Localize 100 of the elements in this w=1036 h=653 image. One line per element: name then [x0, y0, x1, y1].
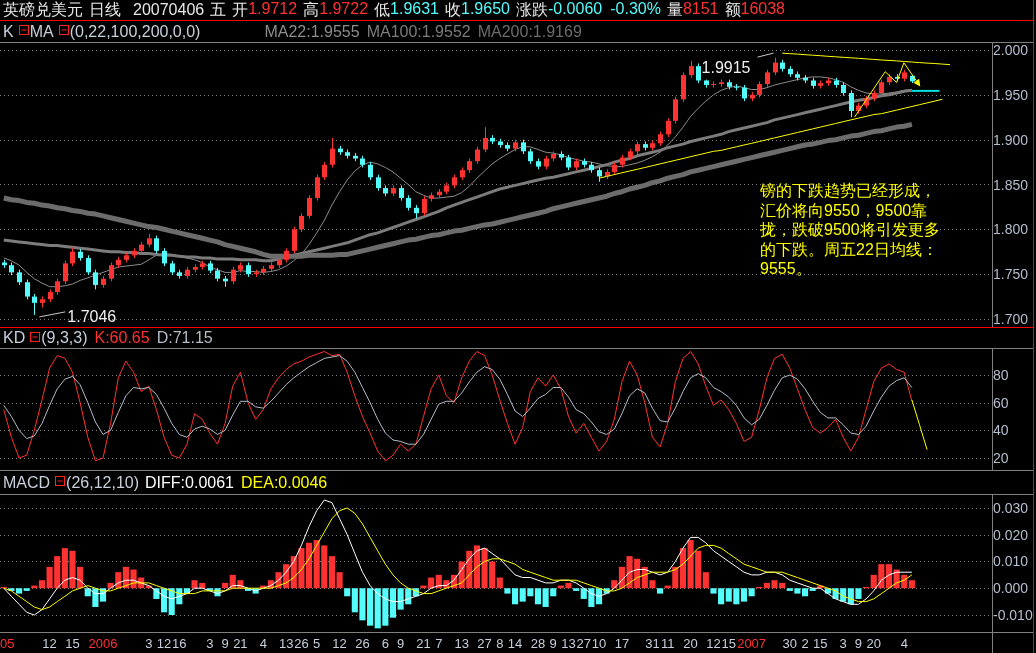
- date-axis-label: 20: [683, 636, 698, 651]
- candlestick: [643, 140, 648, 151]
- candlestick: [246, 262, 251, 278]
- candlestick: [353, 152, 358, 162]
- candlestick: [78, 248, 83, 262]
- date-axis-label: 6: [381, 636, 389, 651]
- date-axis-label: 2: [801, 636, 809, 651]
- date-axis-label: 31: [645, 636, 660, 651]
- candlestick: [559, 150, 564, 161]
- date-axis-label: 4: [259, 636, 267, 651]
- candlestick: [292, 226, 297, 255]
- axis-label: 20: [993, 450, 1009, 466]
- indicator-reading: DIFF:0.0061: [145, 473, 234, 492]
- indicator-reading: MA100:1.9552: [366, 22, 471, 41]
- candlestick: [368, 161, 373, 181]
- candlestick: [147, 233, 152, 248]
- candlestick: [788, 65, 793, 78]
- indicator-params: (0,22,100,200,0,0): [69, 22, 201, 41]
- minus-box-icon[interactable]: [55, 476, 66, 486]
- candlestick: [215, 267, 220, 282]
- candlestick: [620, 154, 625, 168]
- indicator-reading: K:60.65: [94, 329, 150, 347]
- date-axis-label: 21: [416, 636, 431, 651]
- candlestick: [681, 71, 686, 103]
- minus-box-icon[interactable]: [30, 331, 41, 342]
- price-label: 1.9915: [701, 59, 751, 77]
- candlestick: [467, 158, 472, 174]
- field-value: 1.9722: [319, 0, 369, 19]
- candlestick: [849, 89, 854, 118]
- field-label: 涨跌: [515, 0, 548, 20]
- date-axis-label: 12: [42, 636, 57, 651]
- indicator-reading: D:71.15: [156, 329, 213, 347]
- date-label: 20070406: [133, 1, 205, 19]
- date-axis-label: 14: [507, 636, 523, 651]
- candlestick: [193, 263, 198, 273]
- candlestick: [856, 102, 861, 115]
- indicator-params: (26,12,10): [66, 473, 140, 492]
- candlestick: [475, 146, 480, 165]
- candlestick: [284, 247, 289, 263]
- candlestick: [154, 235, 159, 255]
- candlestick: [86, 254, 91, 276]
- date-axis-label: 4: [900, 636, 908, 651]
- indicator-reading: DEA:0.0046: [241, 473, 328, 492]
- axis-label: 0.030: [993, 500, 1029, 516]
- field-label: 高: [303, 0, 320, 20]
- candlestick: [338, 145, 343, 156]
- candlestick: [658, 131, 663, 147]
- candlestick: [605, 168, 610, 180]
- candlestick: [277, 256, 282, 269]
- candlestick: [566, 154, 571, 171]
- candlestick: [422, 195, 427, 217]
- date-axis-label: 9: [854, 636, 863, 651]
- candlestick: [25, 279, 30, 300]
- candlestick: [238, 262, 243, 273]
- candlestick: [765, 69, 770, 88]
- candlestick: [200, 260, 205, 271]
- date-axis-label: 30: [782, 636, 797, 651]
- date-axis-label: 15: [721, 636, 736, 651]
- date-axis-label: 7: [435, 636, 443, 651]
- minus-box-icon[interactable]: [58, 25, 69, 35]
- axis-label: 0.010: [993, 553, 1029, 570]
- candlestick: [734, 83, 739, 91]
- candlestick: [780, 59, 785, 72]
- candlestick: [818, 80, 823, 90]
- axis-label: 2.000: [993, 42, 1029, 58]
- axis-label: 1.800: [993, 221, 1029, 238]
- candlestick: [70, 246, 75, 267]
- candlestick: [864, 95, 869, 109]
- candlestick: [811, 77, 816, 90]
- candlestick: [544, 155, 549, 170]
- candlestick: [757, 80, 762, 98]
- candlestick: [55, 278, 60, 296]
- date-axis-label: 9: [397, 636, 405, 651]
- candlestick: [528, 148, 533, 165]
- candlestick: [360, 155, 365, 168]
- candlestick: [376, 174, 381, 192]
- candlestick: [254, 269, 259, 278]
- candlestick: [498, 138, 503, 149]
- weekday-label: 五: [210, 0, 227, 20]
- candlestick: [231, 266, 236, 285]
- indicator-name: K: [3, 22, 14, 41]
- candlestick: [261, 265, 266, 276]
- candlestick: [345, 149, 350, 159]
- date-axis-label: 27: [477, 636, 492, 651]
- candlestick: [742, 84, 747, 102]
- field-value: 1.9712: [248, 0, 298, 19]
- date-axis-label: 8: [496, 636, 504, 651]
- candlestick: [513, 139, 518, 152]
- candlestick: [574, 158, 579, 171]
- minus-box-icon[interactable]: [18, 25, 29, 35]
- field-value: 16038: [740, 0, 785, 19]
- candlestick: [315, 174, 320, 202]
- date-axis-label: 13: [561, 636, 576, 651]
- candlestick: [93, 269, 98, 290]
- candlestick: [429, 192, 434, 203]
- field-label: 收: [445, 0, 461, 20]
- axis-label: 0.000: [993, 580, 1029, 597]
- date-axis-label: 17: [614, 636, 630, 651]
- candlestick: [383, 184, 388, 197]
- candlestick: [612, 161, 617, 176]
